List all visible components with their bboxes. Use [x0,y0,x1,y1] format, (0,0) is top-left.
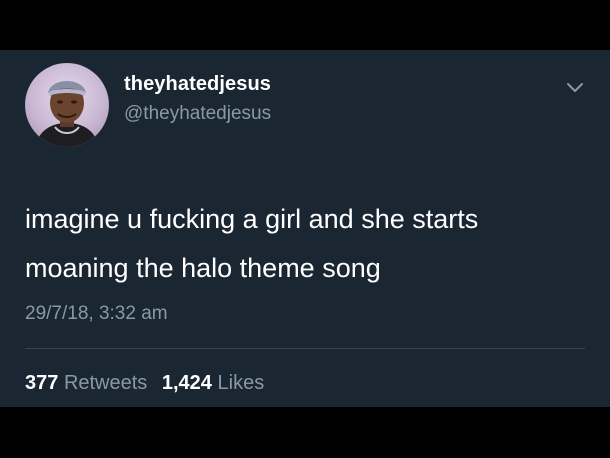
retweets-count: 377 [25,372,59,394]
likes-count: 1,424 [161,372,212,394]
avatar[interactable] [25,63,109,147]
divider [25,348,585,349]
tweet-card: theyhatedjesus @theyhatedjesus imagine u… [0,50,610,407]
handle[interactable]: @theyhatedjesus [124,103,271,125]
tweet-stats: 377 Retweets 1,424 Likes [25,372,273,395]
chevron-down-icon[interactable] [566,81,584,93]
display-name[interactable]: theyhatedjesus [124,73,271,96]
retweets-label: Retweets [63,372,148,394]
tweet-text: imagine u fucking a girl and she starts … [25,204,479,283]
tweet-timestamp[interactable]: 29/7/18, 3:32 am [25,303,168,325]
retweets-stat[interactable]: 377 Retweets [25,372,147,394]
likes-label: Likes [217,372,265,394]
likes-stat[interactable]: 1,424 Likes [162,372,264,394]
